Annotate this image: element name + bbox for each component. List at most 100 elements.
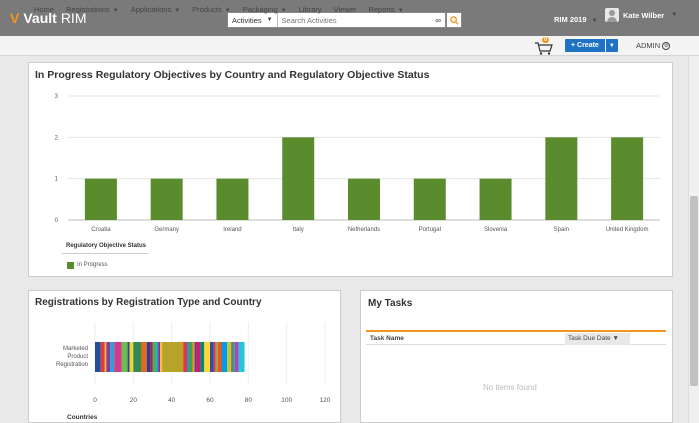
search-input[interactable] xyxy=(277,13,436,27)
bar-segment[interactable] xyxy=(200,342,205,372)
x-tick-label: Spain xyxy=(554,227,569,233)
bar-segment[interactable] xyxy=(156,342,159,372)
user-menu[interactable]: Kate Wilber ▼ xyxy=(605,8,677,22)
bar-segment[interactable] xyxy=(133,342,141,372)
bar-segment[interactable] xyxy=(187,342,189,372)
bar-portugal[interactable] xyxy=(413,178,446,220)
tasks-accent-line xyxy=(366,330,666,332)
nav-item-products[interactable]: Products ▼ xyxy=(192,5,231,14)
bar-segment[interactable] xyxy=(106,342,111,372)
bar-slovenia[interactable] xyxy=(479,178,512,220)
bar-germany[interactable] xyxy=(150,178,183,220)
chevron-down-icon: ▼ xyxy=(280,8,287,14)
nav-item-viewer[interactable]: Viewer xyxy=(334,5,357,14)
bar-segment[interactable] xyxy=(104,342,107,372)
bar-segment[interactable] xyxy=(231,342,233,372)
x-tick-label: Germany xyxy=(154,227,179,233)
x-axis-label: Countries xyxy=(67,414,98,421)
admin-link[interactable]: ADMIN ⚙ xyxy=(636,41,671,50)
empty-state-message: No items found xyxy=(483,383,537,392)
bar-croatia[interactable] xyxy=(84,178,117,220)
admin-label: ADMIN xyxy=(636,41,661,50)
y-tick-label: 3 xyxy=(55,94,59,100)
create-dropdown-button[interactable]: ▼ xyxy=(604,39,618,52)
bar-segment[interactable] xyxy=(129,342,134,372)
legend-title: Regulatory Objective Status xyxy=(66,243,147,249)
bar-segment[interactable] xyxy=(95,342,101,372)
nav-item-registrations[interactable]: Registrations ▼ xyxy=(66,5,119,14)
bar-segment[interactable] xyxy=(215,342,218,372)
bar-segment[interactable] xyxy=(188,342,193,372)
binoculars-icon[interactable]: ∞ xyxy=(435,16,445,25)
bar-segment[interactable] xyxy=(213,342,216,372)
gear-icon: ⚙ xyxy=(662,41,671,50)
bar-segment[interactable] xyxy=(162,342,184,372)
nav-item-label: Packaging xyxy=(242,5,278,14)
cart-count-badge: 0 xyxy=(542,37,550,43)
bar-segment[interactable] xyxy=(160,342,163,372)
legend-swatch-in-progress xyxy=(67,262,74,269)
x-tick-label: Portugal xyxy=(419,227,441,233)
bar-united-kingdom[interactable] xyxy=(611,137,644,220)
bar-segment[interactable] xyxy=(221,342,228,372)
version-selector[interactable]: RIM 2019 ▼ xyxy=(554,15,598,24)
nav-item-packaging[interactable]: Packaging ▼ xyxy=(243,5,287,14)
bar-segment[interactable] xyxy=(227,342,232,372)
x-tick-label: Ireland xyxy=(223,227,241,233)
bar-italy[interactable] xyxy=(282,137,315,220)
x-tick-label: Croatia xyxy=(91,227,111,233)
x-tick-label: 0 xyxy=(93,397,97,404)
vault-logo-icon: V xyxy=(10,10,20,26)
nav-item-applications[interactable]: Applications ▼ xyxy=(131,5,180,14)
bar-segment[interactable] xyxy=(234,342,239,372)
bar-segment[interactable] xyxy=(192,342,195,372)
chevron-down-icon: ▼ xyxy=(671,12,678,18)
search-scope-dropdown[interactable]: Activities ▼ xyxy=(228,13,278,27)
y-tick-label: 2 xyxy=(55,135,59,141)
bar-segment[interactable] xyxy=(110,342,115,372)
column-header-task-due-date[interactable]: Task Due Date ▼ xyxy=(565,333,630,345)
bar-segment[interactable] xyxy=(217,342,222,372)
bar-spain[interactable] xyxy=(545,137,578,220)
chevron-down-icon: ▼ xyxy=(397,8,404,14)
nav-item-label: Reports xyxy=(368,5,395,14)
sort-down-icon: ▼ xyxy=(612,335,619,342)
y-tick-label: 1 xyxy=(55,177,59,183)
chevron-down-icon: ▼ xyxy=(174,8,181,14)
bar-segment[interactable] xyxy=(150,342,153,372)
x-tick-label: United Kingdom xyxy=(606,227,649,233)
nav-item-reports[interactable]: Reports ▼ xyxy=(368,5,403,14)
bar-segment[interactable] xyxy=(183,342,187,372)
bar-segment[interactable] xyxy=(127,342,130,372)
nav-item-home[interactable]: Home xyxy=(34,5,54,14)
legend-divider xyxy=(62,253,148,254)
bar-ireland[interactable] xyxy=(216,178,249,220)
bar-segment[interactable] xyxy=(121,342,128,372)
bar-segment[interactable] xyxy=(146,342,151,372)
bar-segment[interactable] xyxy=(100,342,105,372)
bar-segment[interactable] xyxy=(233,342,235,372)
bar-netherlands[interactable] xyxy=(348,178,380,220)
my-tasks-panel xyxy=(360,290,673,423)
bar-segment[interactable] xyxy=(141,342,147,372)
bar-segment[interactable] xyxy=(204,342,210,372)
bar-segment[interactable] xyxy=(196,342,201,372)
cart-icon[interactable] xyxy=(534,41,554,55)
bar-segment[interactable] xyxy=(194,342,197,372)
create-button[interactable]: + Create ▼ xyxy=(565,39,618,52)
bar-segment[interactable] xyxy=(210,342,214,372)
search-button[interactable] xyxy=(446,12,462,28)
my-tasks-title: My Tasks xyxy=(368,298,413,309)
column-header-task-name[interactable]: Task Name xyxy=(370,335,404,342)
nav-item-label: Library xyxy=(298,5,322,14)
bar-segment[interactable] xyxy=(152,342,157,372)
search-box: Activities ▼ ∞ xyxy=(227,12,446,28)
nav-item-library[interactable]: Library xyxy=(299,5,322,14)
x-tick-label: 80 xyxy=(245,397,253,404)
bar-segment[interactable] xyxy=(158,342,161,372)
scrollbar-thumb[interactable] xyxy=(690,196,698,386)
bar-segment[interactable] xyxy=(114,342,122,372)
column-header-task-due-date-label: Task Due Date xyxy=(568,335,611,342)
bar-segment[interactable] xyxy=(238,342,245,372)
chevron-down-icon: ▼ xyxy=(224,8,231,14)
